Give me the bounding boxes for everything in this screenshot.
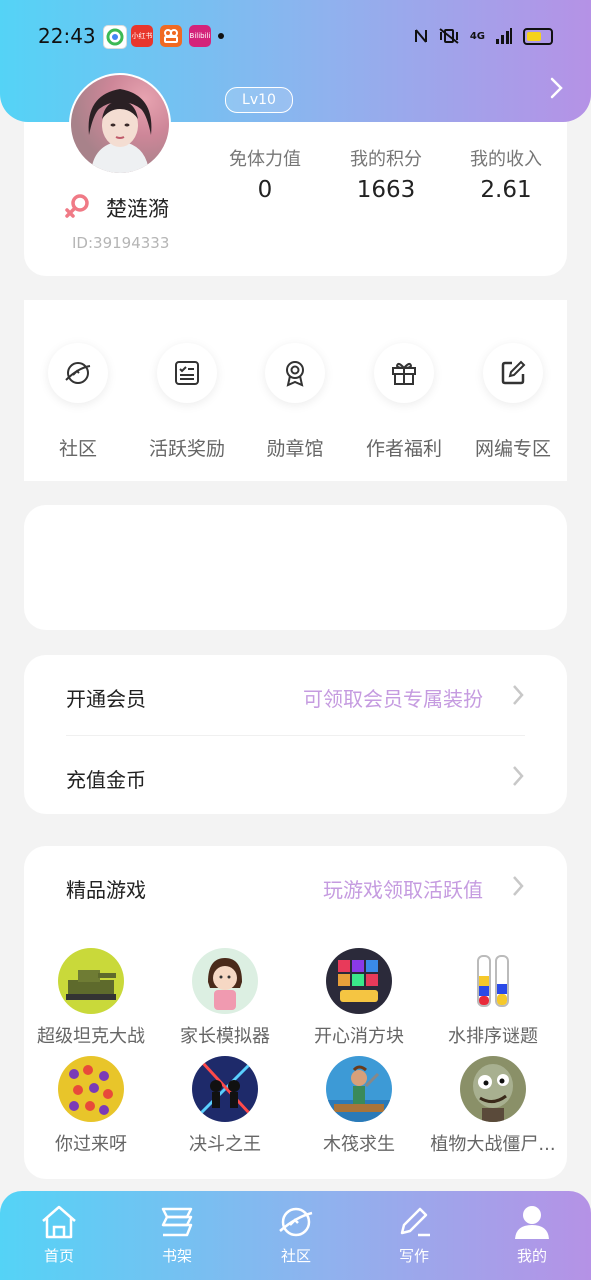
person-icon: [515, 1206, 549, 1239]
app-notification-4-icon: Bilibili: [189, 25, 211, 47]
shortcut-label: 活跃奖励: [148, 438, 225, 460]
game-item-raft-survival[interactable]: 木筏求生: [292, 1056, 426, 1156]
parent-simulator-icon: [192, 948, 258, 1014]
vibrate-mute-icon: [439, 28, 459, 44]
stat-label: 免体力值: [229, 149, 301, 170]
shortcut-label: 勋章馆: [266, 438, 324, 460]
games-card: 精品游戏 玩游戏领取活跃值 超级坦克大战 家长模拟器 开心消方块 水排序谜题 你…: [24, 846, 567, 1179]
menu-row-hint: 可领取会员专属装扮: [303, 687, 483, 711]
tab-bookshelf[interactable]: 书架: [118, 1203, 236, 1266]
game-name: 你过来呀: [55, 1134, 127, 1155]
female-gender-icon: [65, 194, 89, 218]
network-type-label: 4G: [469, 30, 485, 42]
system-icons: 4G: [414, 22, 553, 50]
status-time: 22:43: [38, 24, 96, 48]
stat-value: 0: [257, 177, 273, 203]
zombie-game-icon: [460, 1056, 526, 1122]
games-header-row[interactable]: 精品游戏 玩游戏领取活跃值: [24, 846, 567, 926]
battery-icon: [523, 27, 553, 45]
stat-value: 1663: [356, 177, 416, 203]
tab-label: 我的: [516, 1247, 547, 1265]
shortcut-label: 社区: [58, 438, 97, 460]
tab-label: 社区: [280, 1247, 311, 1265]
duel-king-icon: [192, 1056, 258, 1122]
tab-label: 书架: [161, 1247, 192, 1265]
chevron-right-icon: [513, 766, 524, 786]
vip-membership-row[interactable]: 开通会员 可领取会员专属装扮: [24, 655, 567, 735]
games-title: 精品游戏: [66, 878, 146, 902]
status-bar: 22:43 小红书 Bilibili 4G: [0, 0, 591, 72]
edit-icon: [501, 360, 526, 385]
game-item-block-puzzle[interactable]: 开心消方块: [292, 948, 426, 1048]
stat-points[interactable]: 我的积分 1663: [326, 145, 446, 203]
planet-icon: [279, 1207, 313, 1237]
avatar[interactable]: [69, 73, 171, 175]
menu-row-title: 开通会员: [66, 687, 146, 711]
crowd-battle-icon: [58, 1056, 124, 1122]
nfc-icon: [414, 29, 427, 43]
signal-icon: [496, 28, 512, 44]
game-name: 开心消方块: [314, 1026, 404, 1047]
app-notification-1-icon: [103, 25, 127, 49]
game-item-come-here[interactable]: 你过来呀: [24, 1056, 158, 1156]
game-name: 家长模拟器: [180, 1026, 270, 1047]
gift-icon: [392, 362, 416, 385]
games-hint: 玩游戏领取活跃值: [323, 878, 483, 902]
bottom-tab-bar: 首页 书架 社区 写作 我的: [0, 1191, 591, 1280]
shortcut-community[interactable]: 社区: [18, 343, 138, 461]
game-item-water-sort[interactable]: 水排序谜题: [426, 948, 560, 1048]
username: 楚涟漪: [106, 197, 169, 221]
game-item-tank[interactable]: 超级坦克大战: [24, 948, 158, 1048]
raft-survival-icon: [326, 1056, 392, 1122]
home-icon: [42, 1205, 76, 1239]
account-menu-card: 开通会员 可领取会员专属装扮 充值金币: [24, 655, 567, 814]
game-name: 植物大战僵尸...: [430, 1134, 556, 1155]
recharge-coins-row[interactable]: 充值金币: [24, 736, 567, 816]
tank-game-icon: [58, 948, 124, 1014]
game-item-duel-king[interactable]: 决斗之王: [158, 1056, 292, 1156]
stat-label: 我的收入: [470, 149, 542, 170]
stat-income[interactable]: 我的收入 2.61: [446, 145, 566, 203]
tab-mine[interactable]: 我的: [473, 1203, 591, 1266]
game-name: 超级坦克大战: [37, 1026, 145, 1047]
game-name: 木筏求生: [323, 1134, 395, 1155]
block-puzzle-icon: [326, 948, 392, 1014]
level-badge[interactable]: Lv10: [225, 87, 293, 113]
stat-value: 2.61: [480, 177, 532, 203]
app-notification-3-icon: [160, 25, 182, 47]
more-notifications-dot: [218, 33, 224, 39]
checklist-icon: [175, 361, 199, 385]
banner-placeholder-card: [24, 505, 567, 630]
profile-detail-chevron-icon[interactable]: [544, 74, 568, 102]
planet-icon: [65, 362, 91, 384]
stat-label: 我的积分: [350, 149, 422, 170]
stat-stamina[interactable]: 免体力值 0: [205, 145, 325, 203]
shortcut-activity-reward[interactable]: 活跃奖励: [127, 343, 247, 461]
pen-icon: [400, 1207, 430, 1237]
tab-label: 写作: [398, 1247, 429, 1265]
shortcut-label: 作者福利: [365, 438, 442, 460]
medal-icon: [286, 361, 304, 387]
app-notification-2-icon: 小红书: [131, 25, 153, 47]
bookshelf-icon: [161, 1207, 193, 1237]
user-id: ID:39194333: [72, 234, 170, 252]
game-item-parent-simulator[interactable]: 家长模拟器: [158, 948, 292, 1048]
shortcut-author-benefits[interactable]: 作者福利: [344, 343, 464, 461]
tab-label: 首页: [43, 1247, 74, 1265]
shortcut-label: 网编专区: [474, 438, 551, 460]
water-sort-icon: [460, 948, 526, 1014]
game-name: 水排序谜题: [448, 1026, 538, 1047]
game-item-plants-vs-zombies[interactable]: 植物大战僵尸...: [426, 1056, 560, 1156]
tab-home[interactable]: 首页: [0, 1203, 118, 1266]
tab-community[interactable]: 社区: [237, 1203, 355, 1266]
battery-level: [527, 31, 542, 41]
shortcut-medal-hall[interactable]: 勋章馆: [235, 343, 355, 461]
menu-row-title: 充值金币: [66, 768, 146, 792]
chevron-right-icon: [513, 876, 524, 896]
game-name: 决斗之王: [189, 1134, 261, 1155]
shortcut-editor-zone[interactable]: 网编专区: [453, 343, 573, 461]
tab-write[interactable]: 写作: [355, 1203, 473, 1266]
chevron-right-icon: [513, 685, 524, 705]
